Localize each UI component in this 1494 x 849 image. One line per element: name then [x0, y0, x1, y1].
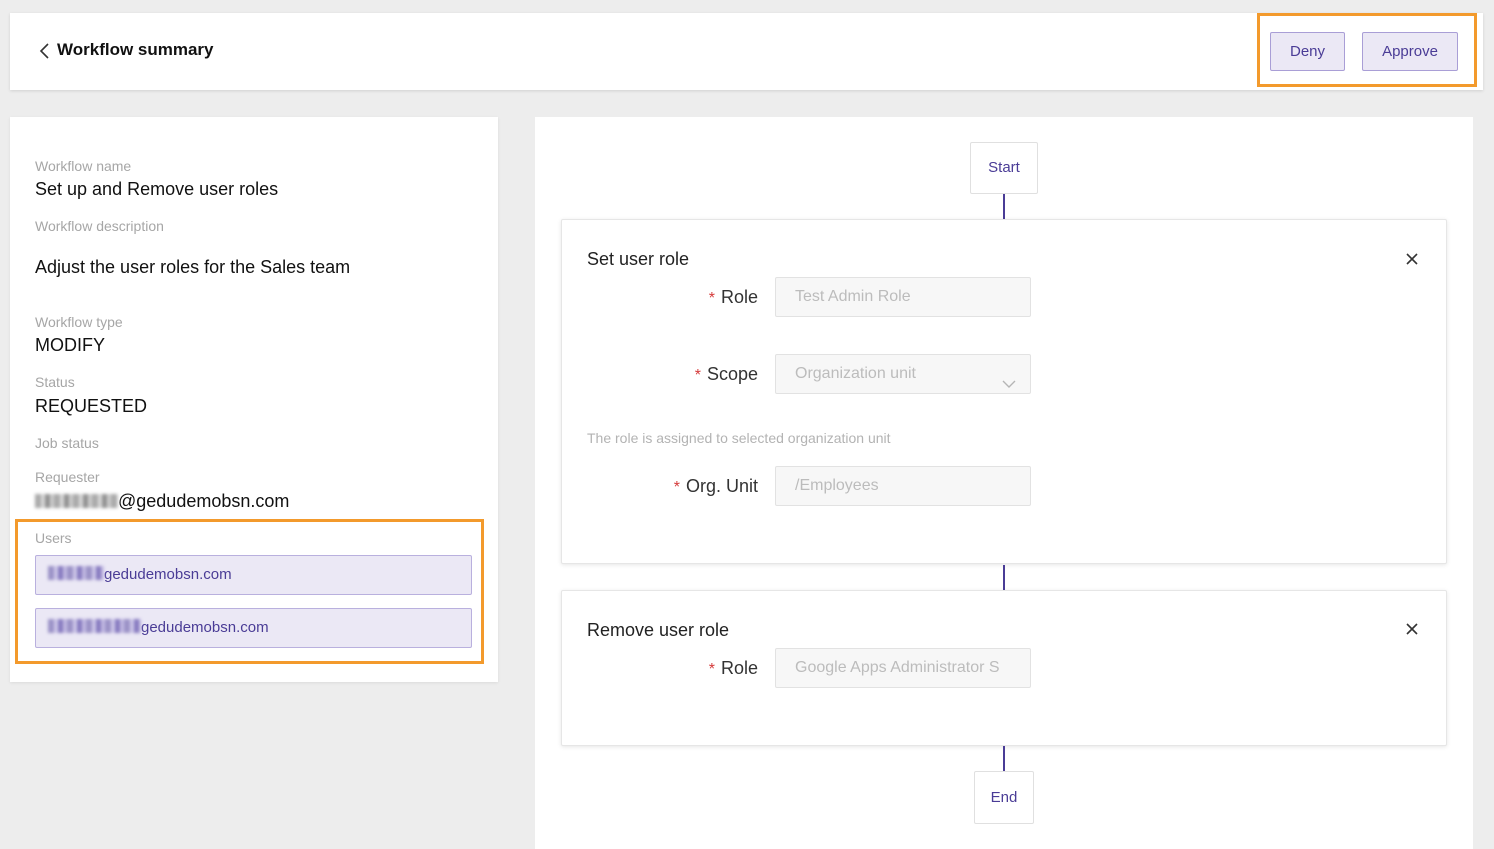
role-input[interactable]: Google Apps Administrator S — [775, 648, 1031, 688]
user-item[interactable]: gedudemobsn.com — [35, 555, 472, 595]
set-user-role-card: Set user role * Role Test Admin Role * Sco… — [561, 219, 1447, 564]
close-icon[interactable] — [1405, 252, 1419, 266]
workflow-name-value: Set up and Remove user roles — [35, 179, 279, 199]
role-field-label: * Role — [708, 658, 758, 678]
scope-field-label: * Scope — [694, 364, 758, 384]
redacted-text — [48, 619, 141, 633]
workflow-type-label: Workflow type — [35, 314, 123, 330]
job-status-label: Job status — [35, 435, 99, 451]
status-value: REQUESTED — [35, 396, 148, 416]
connector-line — [1003, 746, 1005, 771]
user-item[interactable]: gedudemobsn.com — [35, 608, 472, 648]
org-unit-input[interactable]: /Employees — [775, 466, 1031, 506]
org-unit-field-label: * Org. Unit — [673, 476, 758, 496]
redacted-text — [35, 494, 118, 508]
role-field-label: * Role — [708, 287, 758, 307]
card-title: Set user role — [587, 249, 690, 269]
workflow-name-label: Workflow name — [35, 158, 132, 174]
chevron-down-icon — [1002, 368, 1016, 393]
start-node: Start — [970, 142, 1038, 194]
close-icon[interactable] — [1405, 622, 1419, 636]
requester-value: @gedudemobsn.com — [35, 491, 289, 512]
chevron-left-icon[interactable] — [38, 39, 58, 63]
role-input[interactable]: Test Admin Role — [775, 277, 1031, 317]
page-title: Workflow summary — [57, 40, 214, 59]
scope-hint: The role is assigned to selected organiz… — [587, 430, 891, 446]
workflow-description-value: Adjust the user roles for the Sales team — [35, 257, 351, 277]
status-label: Status — [35, 374, 75, 390]
connector-line — [1003, 565, 1005, 590]
redacted-text — [48, 566, 104, 580]
requester-label: Requester — [35, 469, 100, 485]
workflow-type-value: MODIFY — [35, 335, 105, 355]
deny-button[interactable]: Deny — [1270, 32, 1345, 71]
workflow-description-label: Workflow description — [35, 218, 164, 234]
scope-select[interactable]: Organization unit — [775, 354, 1031, 394]
end-node: End — [974, 771, 1034, 824]
remove-user-role-card: Remove user role * Role Google Apps Admin… — [561, 590, 1447, 746]
connector-line — [1003, 194, 1005, 219]
card-title: Remove user role — [587, 620, 730, 640]
approve-button[interactable]: Approve — [1362, 32, 1458, 71]
